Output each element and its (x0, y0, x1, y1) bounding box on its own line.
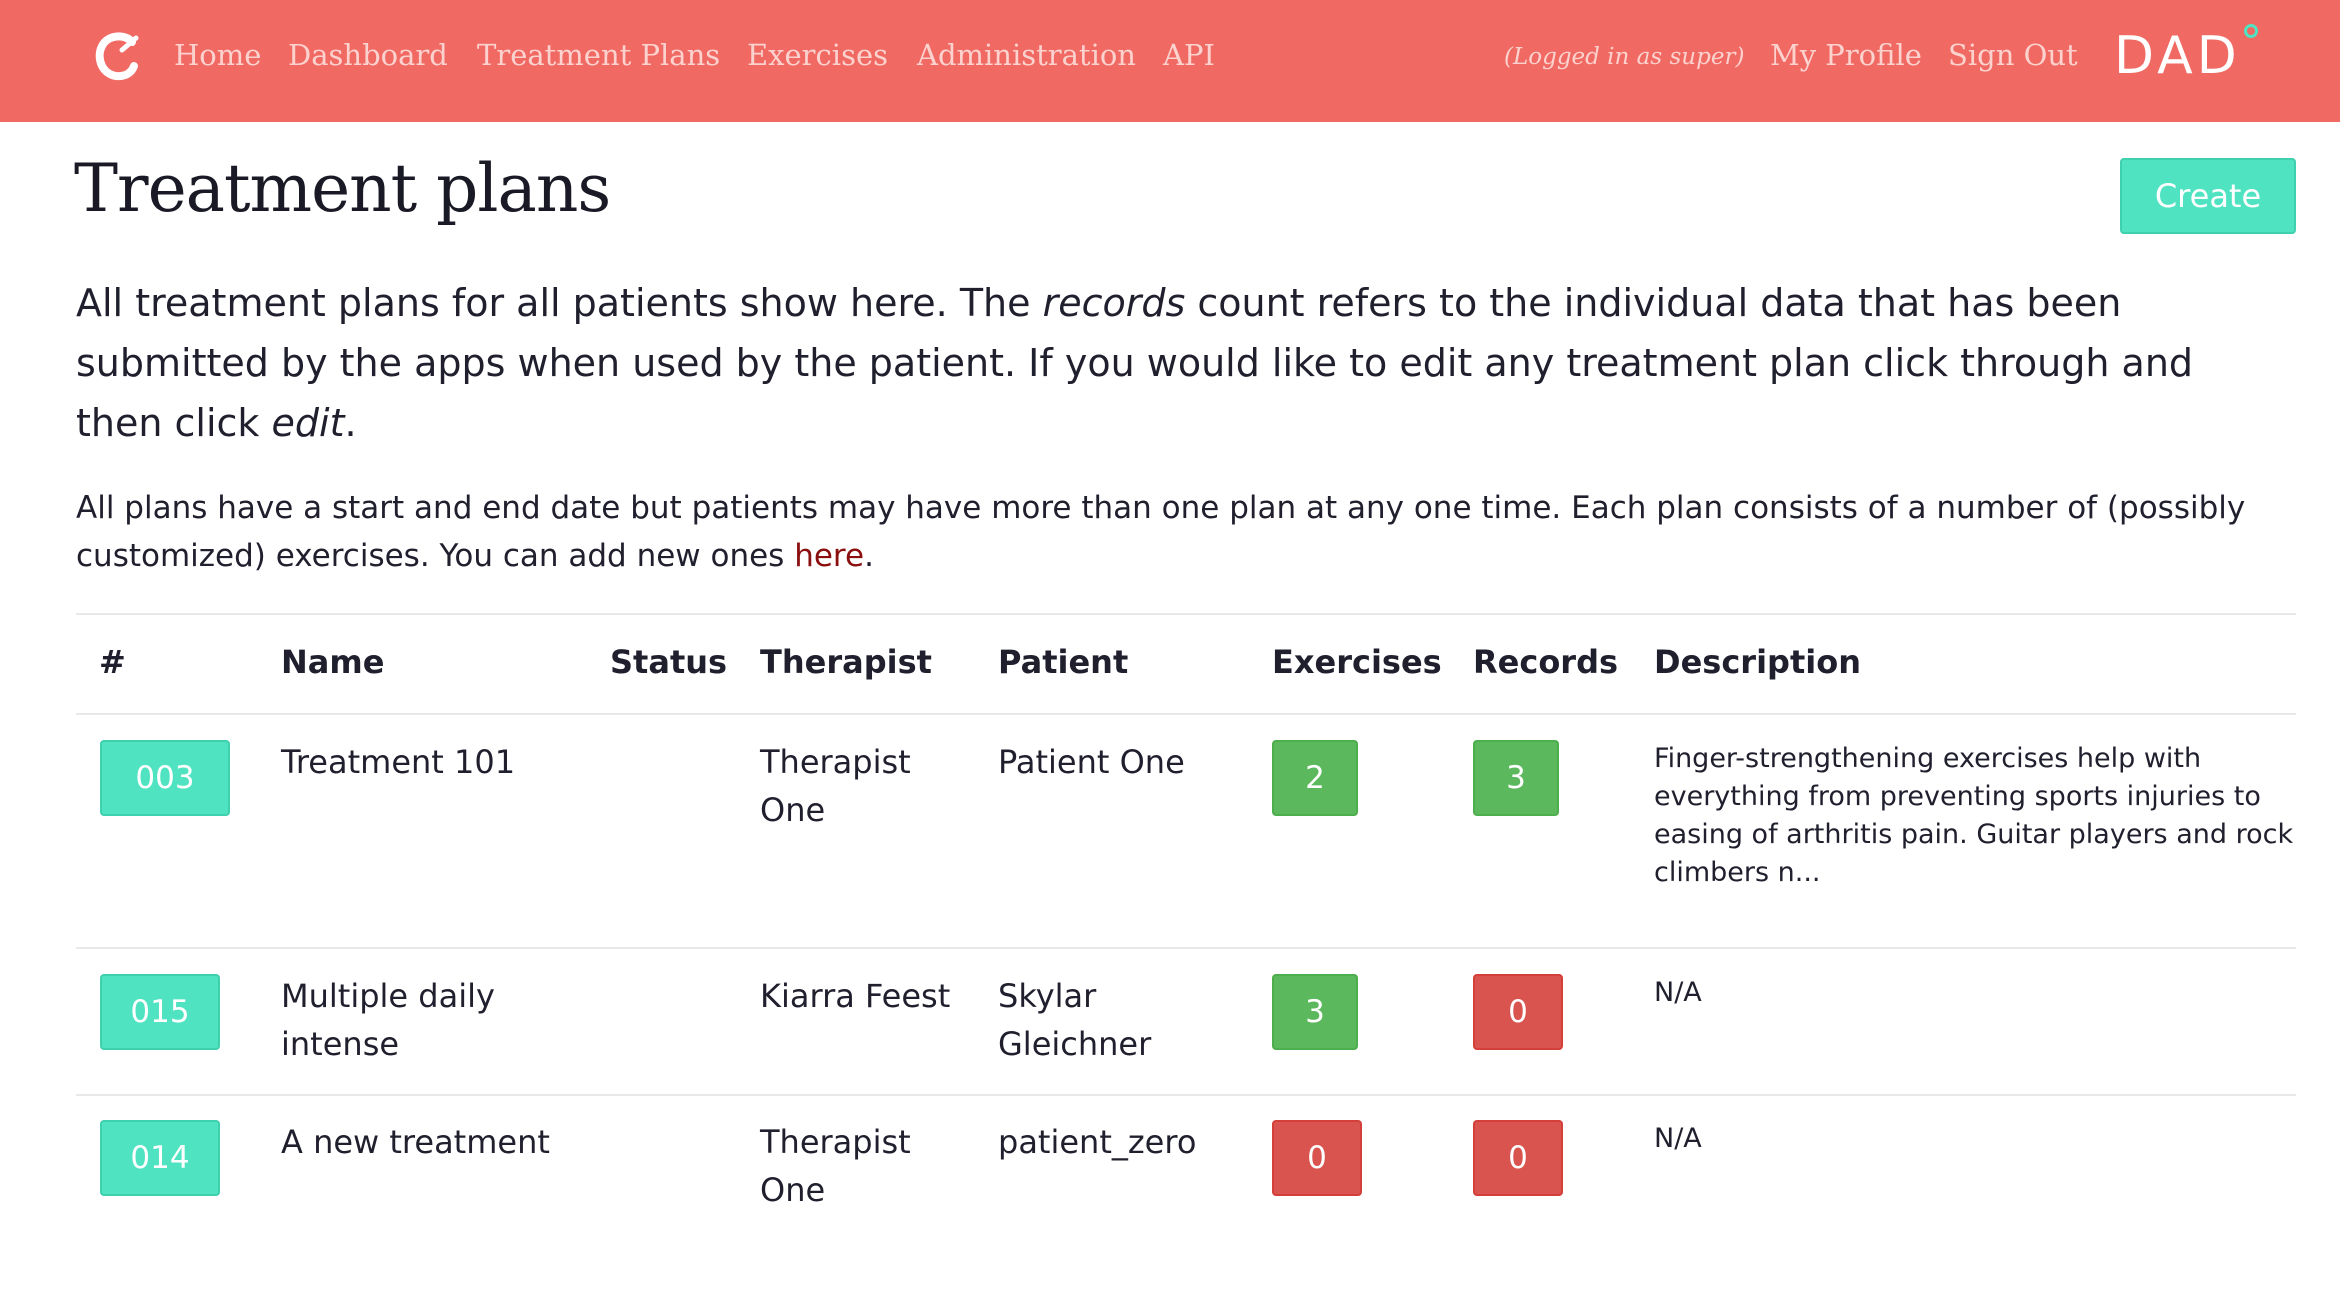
plan-id-badge[interactable]: 003 (100, 740, 230, 816)
exercises-count-badge: 0 (1272, 1120, 1362, 1196)
top-navbar: Home Dashboard Treatment Plans Exercises… (0, 0, 2340, 122)
exercises-count-badge: 3 (1272, 974, 1358, 1050)
header-status: Status (610, 643, 728, 681)
info-paragraph: All plans have a start and end date but … (76, 484, 2276, 580)
brand-dot-icon (2244, 24, 2258, 38)
records-count-badge: 3 (1473, 740, 1559, 816)
header-therapist: Therapist (760, 643, 932, 681)
header-patient: Patient (998, 643, 1129, 681)
add-exercise-link[interactable]: here (794, 538, 864, 574)
info-end: . (864, 538, 874, 574)
lead-emphasis-records: records (1042, 281, 1186, 325)
logged-in-status: (Logged in as super) (1504, 44, 1745, 70)
header-records: Records (1473, 643, 1619, 681)
plan-description: N/A (1654, 977, 1702, 1008)
plan-patient: Patient One (998, 743, 1185, 781)
c-logo-icon[interactable] (92, 28, 144, 84)
header-name: Name (281, 643, 385, 681)
plan-therapist: Therapist One (760, 1123, 911, 1209)
my-profile-link[interactable]: My Profile (1770, 38, 1922, 72)
records-count-badge: 0 (1473, 974, 1563, 1050)
brand-logo[interactable]: DAD (2114, 26, 2241, 86)
header-exercises: Exercises (1272, 643, 1442, 681)
plan-description: Finger-strengthening exercises help with… (1654, 743, 2294, 888)
plan-therapist: Therapist One (760, 743, 911, 829)
plan-id-badge[interactable]: 015 (100, 974, 220, 1050)
plan-name: A new treatment (281, 1123, 550, 1161)
nav-exercises-link[interactable]: Exercises (747, 38, 888, 72)
plan-name: Multiple daily intense (281, 977, 495, 1063)
plan-name: Treatment 101 (281, 743, 516, 781)
nav-treatment-plans-link[interactable]: Treatment Plans (477, 38, 720, 72)
row-divider (76, 947, 2296, 949)
plan-therapist: Kiarra Feest (760, 977, 951, 1015)
page-title: Treatment plans (74, 150, 611, 227)
create-button[interactable]: Create (2120, 158, 2296, 234)
plan-description: N/A (1654, 1123, 1702, 1154)
lead-emphasis-edit: edit (271, 401, 345, 445)
nav-dashboard-link[interactable]: Dashboard (288, 38, 448, 72)
lead-paragraph: All treatment plans for all patients sho… (76, 273, 2276, 453)
info-text: All plans have a start and end date but … (76, 490, 2246, 574)
plan-patient: Skylar Gleichner (998, 977, 1152, 1063)
header-description: Description (1654, 643, 1861, 681)
nav-api-link[interactable]: API (1163, 38, 1215, 72)
header-id: # (99, 643, 126, 681)
plan-patient: patient_zero (998, 1123, 1197, 1161)
table-top-divider (76, 613, 2296, 615)
nav-home-link[interactable]: Home (174, 38, 261, 72)
nav-administration-link[interactable]: Administration (917, 38, 1136, 72)
header-divider (76, 713, 2296, 715)
plan-id-badge[interactable]: 014 (100, 1120, 220, 1196)
sign-out-link[interactable]: Sign Out (1948, 38, 2078, 72)
row-divider (76, 1094, 2296, 1096)
records-count-badge: 0 (1473, 1120, 1563, 1196)
exercises-count-badge: 2 (1272, 740, 1358, 816)
lead-text-1: All treatment plans for all patients sho… (76, 281, 1043, 325)
lead-text-3: . (344, 401, 357, 445)
